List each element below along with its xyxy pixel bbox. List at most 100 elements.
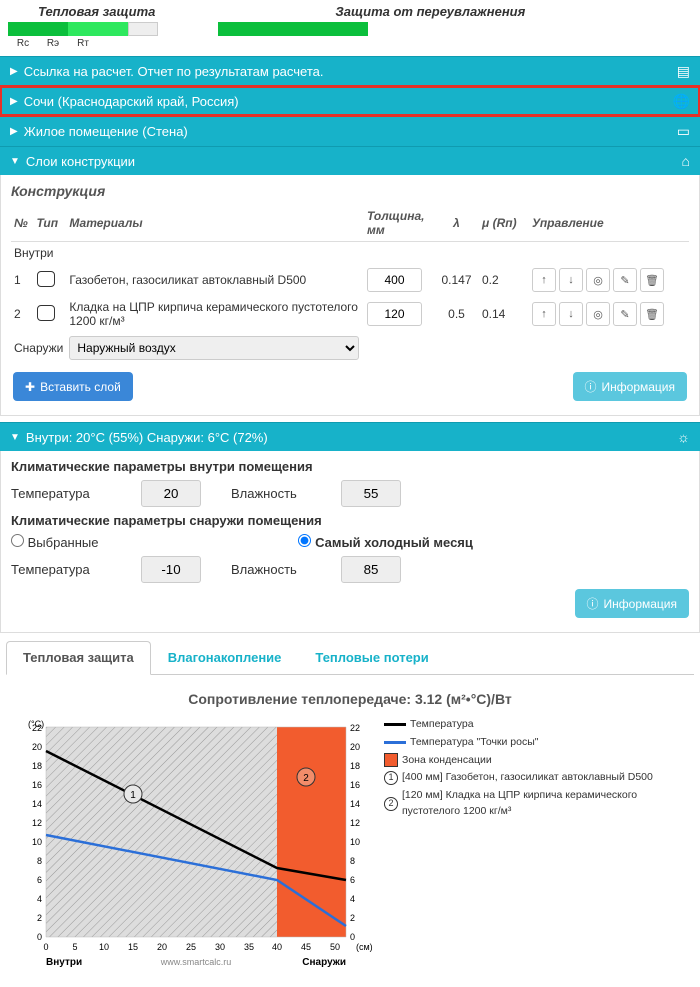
sun-icon: ☼ <box>677 429 690 445</box>
move-down-button[interactable]: ↓ <box>559 268 583 292</box>
svg-text:14: 14 <box>32 799 42 809</box>
svg-text:50: 50 <box>330 942 340 952</box>
outside-label: Снаружи <box>11 332 66 364</box>
hum-label: Влажность <box>231 562 331 577</box>
panel-layers[interactable]: ▼Слои конструкции ⌂ <box>0 146 700 175</box>
panel-report-link[interactable]: ▶Ссылка на расчет. Отчет по результатам … <box>0 56 700 86</box>
svg-text:6: 6 <box>350 875 355 885</box>
outside-select[interactable]: Наружный воздух <box>69 336 359 360</box>
delete-button[interactable]: 🗑 <box>640 302 664 326</box>
svg-text:35: 35 <box>244 942 254 952</box>
target-button[interactable]: ◎ <box>586 268 610 292</box>
svg-text:12: 12 <box>32 818 42 828</box>
col-controls: Управление <box>529 205 689 242</box>
hum-outside-input[interactable] <box>341 556 401 583</box>
svg-text:8: 8 <box>37 856 42 866</box>
svg-text:10: 10 <box>99 942 109 952</box>
col-thickness: Толщина, мм <box>364 205 434 242</box>
svg-text:20: 20 <box>32 742 42 752</box>
layers-panel-body: Конструкция № Тип Материалы Толщина, мм … <box>0 175 700 416</box>
material-name: Газобетон, газосиликат автоклавный D500 <box>66 264 364 296</box>
insert-layer-button[interactable]: ✚Вставить слой <box>13 372 133 401</box>
tick-rc: Rс <box>8 38 38 49</box>
info-icon: ⓘ <box>587 595 599 612</box>
svg-text:0: 0 <box>37 932 42 942</box>
y-axis-right: 0246 8101214 16182022 <box>350 723 360 942</box>
caret-right-icon: ▶ <box>10 66 18 77</box>
svg-text:1: 1 <box>130 790 136 801</box>
radio-selected[interactable]: Выбранные <box>11 534 98 550</box>
col-type: Тип <box>34 205 67 242</box>
svg-text:10: 10 <box>32 837 42 847</box>
temp-inside-input[interactable] <box>141 480 201 507</box>
svg-text:20: 20 <box>350 742 360 752</box>
x-unit: (см) <box>356 942 373 952</box>
temp-outside-input[interactable] <box>141 556 201 583</box>
svg-text:14: 14 <box>350 799 360 809</box>
inside-label: Внутри <box>11 242 689 265</box>
svg-text:45: 45 <box>301 942 311 952</box>
panel-location[interactable]: ▶Сочи (Краснодарский край, Россия) 🌐 <box>0 86 700 116</box>
tick-re: Rэ <box>38 38 68 49</box>
move-up-button[interactable]: ↑ <box>532 268 556 292</box>
thermal-bar: Rс Rэ Rт <box>8 22 158 49</box>
svg-text:16: 16 <box>32 780 42 790</box>
y-unit: (°С) <box>28 719 44 729</box>
svg-text:2: 2 <box>350 913 355 923</box>
y-axis-left: 0246 8101214 16182022 <box>32 723 42 942</box>
thermal-protection-label: Тепловая защита <box>38 4 155 19</box>
tab-thermal[interactable]: Тепловая защита <box>6 641 151 675</box>
caret-down-icon: ▼ <box>10 156 20 167</box>
svg-text:10: 10 <box>350 837 360 847</box>
delete-button[interactable]: 🗑 <box>640 268 664 292</box>
table-row: 2 Кладка на ЦПР кирпича керамического пу… <box>11 296 689 332</box>
table-row: 1 Газобетон, газосиликат автоклавный D50… <box>11 264 689 296</box>
edit-button[interactable]: ✎ <box>613 302 637 326</box>
svg-text:22: 22 <box>350 723 360 733</box>
panel-climate[interactable]: ▼Внутри: 20°C (55%) Снаружи: 6°C (72%) ☼ <box>0 422 700 451</box>
layers-table: № Тип Материалы Толщина, мм λ μ (Rп) Упр… <box>11 205 689 364</box>
info-icon: ⓘ <box>585 378 597 395</box>
target-button[interactable]: ◎ <box>586 302 610 326</box>
move-up-button[interactable]: ↑ <box>532 302 556 326</box>
svg-text:4: 4 <box>37 894 42 904</box>
radio-coldest[interactable]: Самый холодный месяц <box>298 534 472 550</box>
moisture-bar <box>218 22 368 49</box>
result-tabs: Тепловая защита Влагонакопление Тепловые… <box>6 641 694 675</box>
caret-right-icon: ▶ <box>10 126 18 137</box>
tab-loss[interactable]: Тепловые потери <box>298 641 445 674</box>
material-name: Кладка на ЦПР кирпича керамического пуст… <box>66 296 364 332</box>
col-mu: μ (Rп) <box>479 205 529 242</box>
watermark: www.smartcalc.ru <box>160 957 232 967</box>
thickness-input[interactable] <box>367 268 422 292</box>
outside-params-title: Климатические параметры снаружи помещени… <box>11 513 689 528</box>
thickness-input[interactable] <box>367 302 422 326</box>
temp-label: Температура <box>11 562 131 577</box>
svg-text:15: 15 <box>128 942 138 952</box>
condensation-zone <box>277 727 346 937</box>
layer-type-icon[interactable] <box>37 305 55 321</box>
svg-text:20: 20 <box>157 942 167 952</box>
construction-title: Конструкция <box>11 183 689 199</box>
inside-axis-label: Внутри <box>46 957 82 968</box>
globe-icon: 🌐 <box>673 93 690 110</box>
move-down-button[interactable]: ↓ <box>559 302 583 326</box>
hum-label: Влажность <box>231 486 331 501</box>
status-bars: Тепловая защита Защита от переувлажнения… <box>0 0 700 56</box>
svg-text:0: 0 <box>43 942 48 952</box>
home-icon: ⌂ <box>682 153 690 169</box>
room-icon: ▭ <box>677 123 690 140</box>
edit-button[interactable]: ✎ <box>613 268 637 292</box>
outside-axis-label: Снаружи <box>302 957 346 968</box>
tab-moisture[interactable]: Влагонакопление <box>151 641 299 674</box>
svg-text:2: 2 <box>303 773 309 784</box>
panel-room-type[interactable]: ▶Жилое помещение (Стена) ▭ <box>0 116 700 146</box>
col-num: № <box>11 205 34 242</box>
info-button[interactable]: ⓘИнформация <box>573 372 688 401</box>
hum-inside-input[interactable] <box>341 480 401 507</box>
layer-type-icon[interactable] <box>37 271 55 287</box>
info-button[interactable]: ⓘИнформация <box>575 589 690 618</box>
svg-text:40: 40 <box>272 942 282 952</box>
svg-text:12: 12 <box>350 818 360 828</box>
svg-text:6: 6 <box>37 875 42 885</box>
